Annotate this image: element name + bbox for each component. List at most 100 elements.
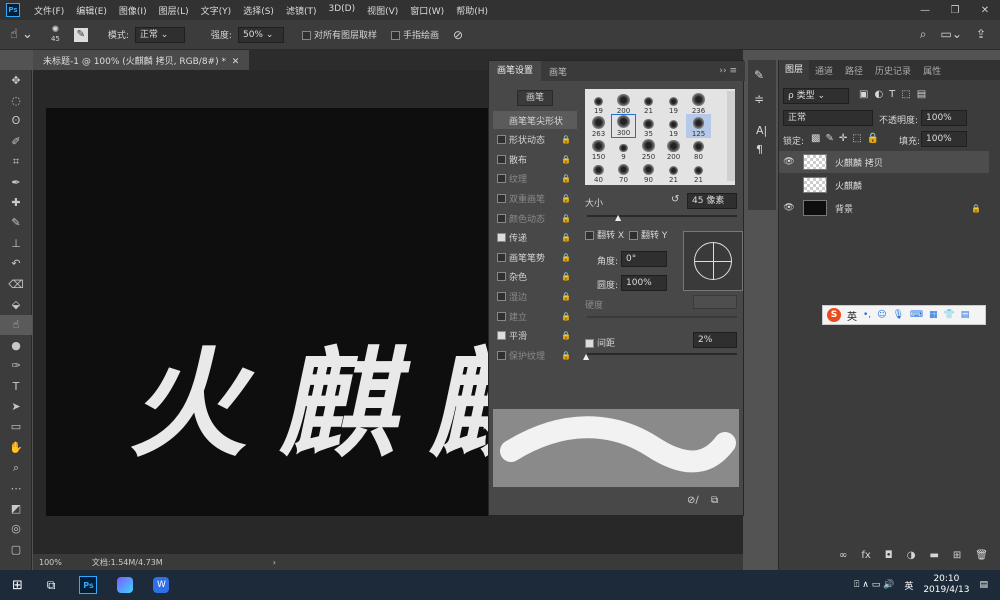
lock-icon[interactable]: 🔒 <box>561 233 571 242</box>
new-layer-icon[interactable]: ⊞ <box>953 550 961 561</box>
menu-item[interactable]: 选择(S) <box>237 4 280 17</box>
brush-tool-icon[interactable]: ✎ <box>0 213 32 233</box>
finger-painting-checkbox[interactable]: 手指绘画 <box>390 28 439 41</box>
menu-item[interactable]: 3D(D) <box>322 4 361 17</box>
eraser-tool-icon[interactable]: ⌫ <box>0 274 32 294</box>
visibility-eye-icon[interactable]: 👁 <box>779 157 799 167</box>
brush-option-row[interactable]: 散布 🔒 <box>497 150 577 168</box>
reset-size-icon[interactable]: ↺ <box>671 194 679 205</box>
healing-tool-icon[interactable]: ✚ <box>0 192 32 212</box>
brush-tip[interactable]: 150 <box>586 137 611 161</box>
new-brush-icon[interactable]: ⧉ <box>711 495 718 506</box>
brush-option-checkbox[interactable] <box>497 213 506 223</box>
tab-layers-panel[interactable]: 通道 <box>809 64 839 77</box>
windows-start-icon[interactable]: ⊞ <box>12 578 23 593</box>
quick-select-tool-icon[interactable]: ✐ <box>0 131 32 151</box>
ime-emoji-icon[interactable]: ☺ <box>877 310 886 320</box>
spacing-slider-thumb[interactable]: ▲ <box>583 352 589 361</box>
brush-option-checkbox[interactable] <box>497 272 506 282</box>
size-field[interactable]: 45 像素 <box>687 193 737 209</box>
marquee-tool-icon[interactable]: ◌ <box>0 90 32 110</box>
adjustment-layer-icon[interactable]: ◑ <box>907 550 916 561</box>
brush-tip[interactable]: 200 <box>611 91 636 115</box>
mode-dropdown[interactable]: 正常 ⌄ <box>134 26 185 43</box>
brush-option-row[interactable]: 建立 🔒 <box>497 307 577 325</box>
ime-tools-icon[interactable]: ▦ <box>929 310 938 320</box>
brush-tip[interactable]: 40 <box>586 160 611 184</box>
lock-icon[interactable]: 🔒 <box>561 272 571 281</box>
ime-lang[interactable]: 英 <box>847 308 857 323</box>
brush-option-checkbox[interactable] <box>497 233 506 243</box>
brush-tip[interactable]: 19 <box>661 114 686 138</box>
size-slider-track[interactable] <box>587 215 737 217</box>
brush-option-row[interactable]: 画笔笔尖形状 <box>493 111 577 129</box>
fill-field[interactable]: 100% <box>921 131 967 147</box>
photoshop-taskbar-icon[interactable]: Ps <box>79 576 98 594</box>
menu-item[interactable]: 图像(I) <box>113 4 153 17</box>
blend-mode-dropdown[interactable]: 正常 <box>783 110 873 126</box>
lasso-tool-icon[interactable]: ʘ <box>0 111 32 131</box>
new-group-icon[interactable]: ▬ <box>929 550 938 561</box>
layer-name[interactable]: 火麒麟 拷贝 <box>835 156 989 169</box>
roundness-field[interactable]: 100% <box>621 275 667 291</box>
sogou-logo-icon[interactable]: S <box>827 308 841 322</box>
ime-keyboard-icon[interactable]: ⌨ <box>910 310 923 320</box>
menu-item[interactable]: 文件(F) <box>28 4 70 17</box>
flip-y-checkbox[interactable]: 翻转 Y <box>629 228 667 241</box>
brush-option-row[interactable]: 颜色动态 🔒 <box>497 209 577 227</box>
ime-skin-icon[interactable]: 👕 <box>944 310 955 320</box>
lock-icons[interactable]: ▩✎✛⬚🔒 <box>811 133 884 144</box>
brush-settings-panel-icon[interactable]: ✎ <box>754 68 770 82</box>
opacity-field[interactable]: 100% <box>921 110 967 126</box>
menu-item[interactable]: 视图(V) <box>361 4 404 17</box>
brush-tip[interactable]: 300 <box>611 114 636 138</box>
brush-option-checkbox[interactable] <box>497 174 506 184</box>
brush-option-row[interactable]: 双重画笔 🔒 <box>497 189 577 207</box>
close-button[interactable]: ✕ <box>970 5 1000 16</box>
tray-lang[interactable]: 英 <box>904 579 913 592</box>
smudge-tool-icon[interactable]: ☝ ⌄ <box>10 27 33 42</box>
layer-filter-dropdown[interactable]: ρ 类型 ⌄ <box>783 88 849 104</box>
layer-thumbnail[interactable] <box>803 177 827 193</box>
screen-mode-icon[interactable]: ▢ <box>0 539 32 559</box>
type-tool-icon[interactable]: T <box>0 376 32 396</box>
tab-layers-panel[interactable]: 历史记录 <box>869 64 917 77</box>
brush-tip[interactable]: 21 <box>636 91 661 115</box>
preview-toggle-icon[interactable]: ⊘∕ <box>687 495 699 506</box>
tab-brushes[interactable]: 画笔 <box>541 65 575 78</box>
brush-option-checkbox[interactable] <box>497 154 506 164</box>
menu-item[interactable]: 帮助(H) <box>450 4 494 17</box>
menu-item[interactable]: 滤镜(T) <box>280 4 323 17</box>
brush-option-row[interactable]: 杂色 🔒 <box>497 268 577 286</box>
menu-item[interactable]: 图层(L) <box>153 4 195 17</box>
brush-tip-grid[interactable]: 19 200 21 19 236 263 300 35 19 125 150 9 250 200 80 40 7… <box>585 89 735 185</box>
lock-icon[interactable]: 🔒 <box>971 204 981 213</box>
brush-tip[interactable]: 35 <box>636 114 661 138</box>
character-panel-icon[interactable]: A| <box>756 124 768 137</box>
brush-option-checkbox[interactable] <box>497 331 506 341</box>
layer-row[interactable]: 火麒麟 <box>779 174 989 196</box>
tab-layers-panel[interactable]: 图层 <box>779 60 810 80</box>
sample-all-layers-checkbox[interactable]: 对所有图层取样 <box>301 28 377 41</box>
brushes-button[interactable]: 画笔 <box>517 90 553 106</box>
shape-tool-icon[interactable]: ▭ <box>0 417 32 437</box>
pen-tool-icon[interactable]: ✑ <box>0 355 32 375</box>
search-icon[interactable]: ⌕ <box>920 27 927 42</box>
brush-tip[interactable]: 200 <box>661 137 686 161</box>
layer-name[interactable]: 火麒麟 <box>835 179 989 192</box>
lock-icon[interactable]: 🔒 <box>561 351 571 360</box>
menu-item[interactable]: 文字(Y) <box>195 4 238 17</box>
zoom-tool-icon[interactable]: ⌕ <box>0 457 32 477</box>
tip-scrollbar[interactable] <box>727 91 735 181</box>
brush-option-checkbox[interactable] <box>497 350 506 360</box>
smudge-tool-icon[interactable]: ☝ <box>0 314 32 336</box>
hand-tool-icon[interactable]: ✋ <box>0 437 32 457</box>
brush-tip[interactable]: 80 <box>686 137 711 161</box>
lock-icon[interactable]: 🔒 <box>561 174 571 183</box>
tab-layers-panel[interactable]: 路径 <box>839 64 869 77</box>
color-swatch-icon[interactable]: ◩ <box>0 498 32 518</box>
lock-icon[interactable]: 🔒 <box>561 331 571 340</box>
brush-tip[interactable]: 250 <box>636 137 661 161</box>
layer-row[interactable]: 👁 背景 🔒 <box>779 197 989 219</box>
brush-tip[interactable]: 263 <box>586 114 611 138</box>
